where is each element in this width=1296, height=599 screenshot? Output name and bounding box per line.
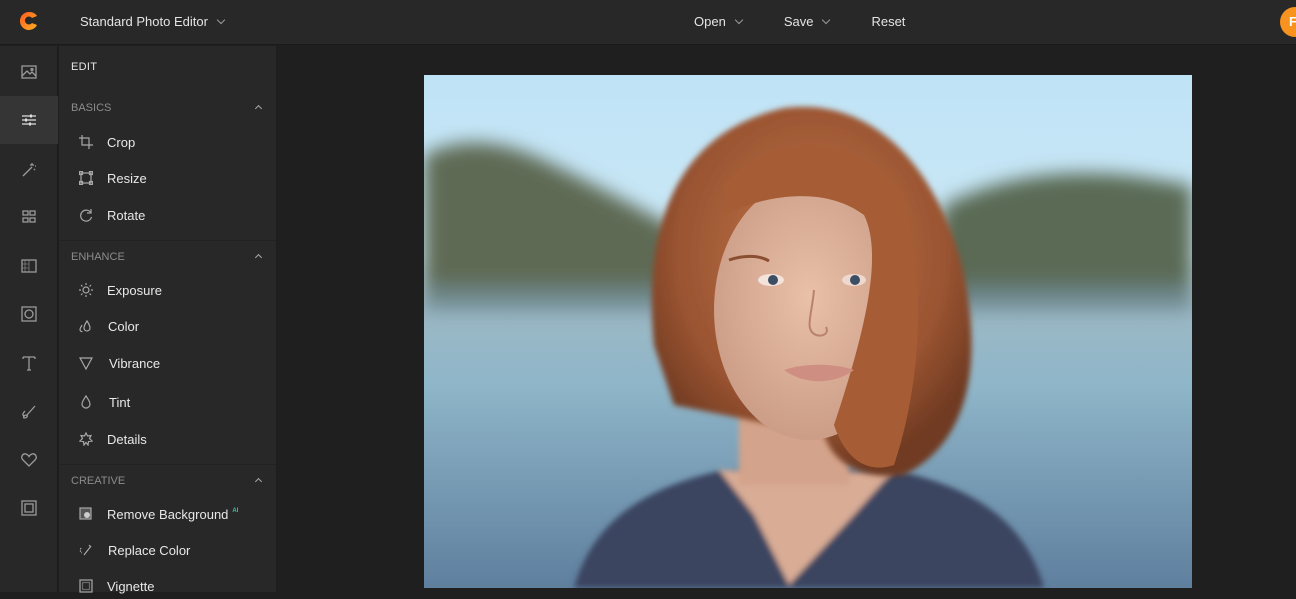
user-avatar[interactable]: F bbox=[1280, 7, 1296, 37]
resize-icon bbox=[79, 171, 93, 185]
section-divider bbox=[59, 464, 276, 465]
tool-vibrance[interactable]: Vibrance bbox=[79, 350, 269, 376]
tool-category-bar bbox=[0, 46, 58, 592]
chevron-up-icon bbox=[254, 253, 263, 262]
editor-mode-dropdown[interactable]: Standard Photo Editor bbox=[80, 14, 226, 29]
tool-label: Exposure bbox=[107, 282, 162, 298]
category-borders[interactable] bbox=[0, 484, 58, 532]
category-draw[interactable] bbox=[0, 387, 58, 435]
chevron-down-icon bbox=[734, 15, 744, 24]
image-icon bbox=[21, 65, 37, 79]
tool-label: Tint bbox=[109, 394, 131, 410]
category-effects[interactable] bbox=[0, 145, 58, 193]
category-text[interactable] bbox=[0, 339, 58, 387]
remove-bg-icon bbox=[79, 507, 92, 520]
tool-details[interactable]: Details bbox=[79, 426, 269, 452]
vignette-icon bbox=[79, 579, 93, 593]
category-collage[interactable] bbox=[0, 193, 58, 241]
tool-label: Remove Background bbox=[107, 506, 229, 522]
section-divider bbox=[59, 240, 276, 241]
magic-wand-icon bbox=[22, 163, 36, 177]
text-icon bbox=[22, 356, 36, 371]
chevron-down-icon bbox=[216, 15, 226, 24]
section-title: CREATIVE bbox=[71, 475, 126, 487]
border-icon bbox=[21, 500, 37, 516]
app-logo-icon[interactable] bbox=[19, 11, 39, 31]
sliders-icon bbox=[22, 114, 36, 126]
top-actions: Open Save Reset bbox=[694, 14, 905, 29]
category-frames[interactable] bbox=[0, 290, 58, 338]
frame-circle-icon bbox=[21, 306, 37, 322]
edit-panel: EDIT BASICS Crop Resize Rotate ENHANCE E… bbox=[59, 46, 277, 594]
section-title: BASICS bbox=[71, 102, 112, 114]
section-creative-header[interactable]: CREATIVE bbox=[71, 475, 265, 487]
category-adjust[interactable] bbox=[0, 96, 58, 144]
category-stickers[interactable] bbox=[0, 436, 58, 484]
tool-label: Details bbox=[107, 431, 147, 447]
reset-label: Reset bbox=[871, 14, 906, 29]
section-title: ENHANCE bbox=[71, 251, 125, 263]
tool-resize[interactable]: Resize bbox=[79, 165, 269, 191]
texture-icon bbox=[21, 259, 37, 273]
photo-canvas[interactable] bbox=[424, 75, 1192, 588]
sun-icon bbox=[79, 283, 93, 297]
tool-crop[interactable]: Crop bbox=[79, 129, 269, 155]
triangle-icon bbox=[79, 357, 93, 370]
section-basics-header[interactable]: BASICS bbox=[71, 102, 265, 114]
reset-button[interactable]: Reset bbox=[871, 14, 905, 29]
tool-replace-color[interactable]: Replace Color bbox=[79, 537, 269, 563]
portrait-photo bbox=[424, 75, 1192, 588]
tool-exposure[interactable]: Exposure bbox=[79, 277, 269, 303]
tool-label: Color bbox=[108, 318, 140, 334]
drops-icon bbox=[79, 319, 91, 333]
crop-icon bbox=[79, 135, 93, 149]
save-label: Save bbox=[783, 14, 814, 29]
tool-label: Replace Color bbox=[108, 542, 191, 558]
save-button[interactable]: Save bbox=[783, 14, 831, 29]
panel-title: EDIT bbox=[71, 61, 98, 73]
top-bar: Standard Photo Editor Open Save Reset F bbox=[0, 0, 1296, 45]
drop-icon bbox=[81, 395, 91, 409]
rotate-icon bbox=[80, 209, 93, 222]
tool-color[interactable]: Color bbox=[79, 313, 269, 339]
chevron-up-icon bbox=[254, 104, 263, 113]
tool-label: Vibrance bbox=[109, 355, 161, 371]
details-icon bbox=[79, 432, 93, 446]
tool-rotate[interactable]: Rotate bbox=[79, 202, 269, 228]
app-title: Standard Photo Editor bbox=[80, 14, 208, 29]
brush-icon bbox=[22, 405, 36, 419]
open-label: Open bbox=[694, 14, 726, 29]
category-textures[interactable] bbox=[0, 242, 58, 290]
grid-icon bbox=[22, 210, 36, 223]
open-button[interactable]: Open bbox=[694, 14, 744, 29]
chevron-down-icon bbox=[822, 15, 831, 24]
tool-remove-background[interactable]: Remove Background AI bbox=[79, 501, 269, 527]
tool-tint[interactable]: Tint bbox=[79, 389, 269, 415]
tool-label: Vignette bbox=[107, 578, 155, 594]
ai-badge: AI bbox=[232, 508, 239, 514]
tool-label: Crop bbox=[107, 134, 136, 150]
tool-label: Resize bbox=[107, 170, 147, 186]
category-image[interactable] bbox=[0, 48, 58, 96]
tool-vignette[interactable]: Vignette bbox=[79, 573, 269, 599]
section-enhance-header[interactable]: ENHANCE bbox=[71, 251, 265, 263]
replace-color-icon bbox=[79, 544, 92, 556]
heart-icon bbox=[21, 453, 37, 467]
tool-label: Rotate bbox=[107, 207, 146, 223]
chevron-up-icon bbox=[254, 477, 263, 486]
